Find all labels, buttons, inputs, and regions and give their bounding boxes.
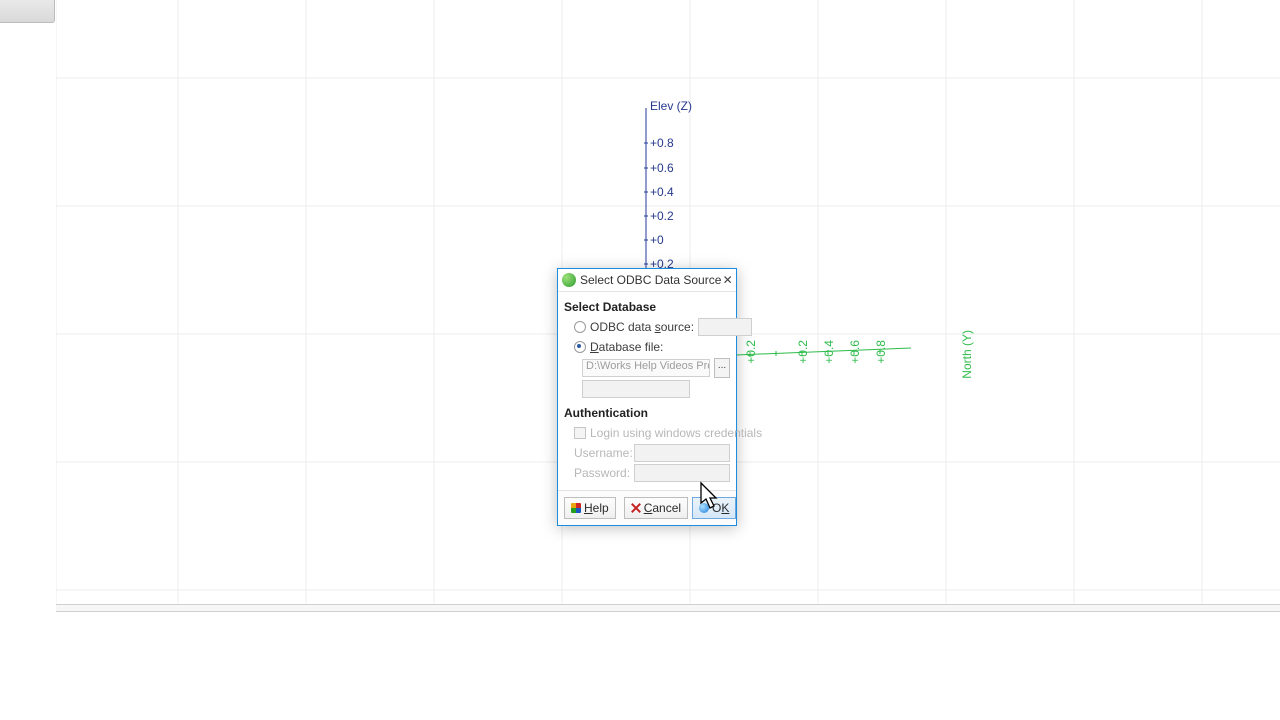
section-select-database: Select Database <box>564 300 730 314</box>
axis-z-label: Elev (Z) <box>650 99 692 113</box>
login-windows-checkbox <box>574 427 586 439</box>
radio-odbc-source-label: ODBC data source: <box>590 320 694 334</box>
axis-z-tick: +0.4 <box>650 185 674 199</box>
axis-z-tick: +0.8 <box>650 136 674 150</box>
axis-z-tick: +0 <box>650 233 664 247</box>
radio-database-file[interactable] <box>574 341 586 353</box>
browse-button[interactable]: ... <box>714 358 730 378</box>
dialog-title: Select ODBC Data Source <box>580 273 721 287</box>
odbc-source-combo[interactable] <box>698 318 752 336</box>
axis-y-label: North (Y) <box>960 330 974 379</box>
radio-database-file-row[interactable]: Database file: <box>574 338 730 356</box>
login-windows-row: Login using windows credentials <box>574 424 730 442</box>
password-input <box>634 464 730 482</box>
help-button[interactable]: Help <box>564 497 616 519</box>
password-row: Password: <box>574 464 730 482</box>
axis-z-tick: +0.6 <box>650 161 674 175</box>
radio-odbc-source-row[interactable]: ODBC data source: <box>574 318 730 336</box>
app-icon <box>562 273 576 287</box>
radio-database-file-label: Database file: <box>590 340 663 354</box>
section-authentication: Authentication <box>564 406 730 420</box>
radio-odbc-source[interactable] <box>574 321 586 333</box>
password-label: Password: <box>574 466 630 480</box>
username-input <box>634 444 730 462</box>
username-row: Username: <box>574 444 730 462</box>
odbc-dialog: Select ODBC Data Source ✕ Select Databas… <box>557 268 737 526</box>
login-windows-label: Login using windows credentials <box>590 426 762 440</box>
axis-y-tick: +0.4 <box>822 340 836 364</box>
ok-icon <box>699 503 709 513</box>
dialog-titlebar[interactable]: Select ODBC Data Source ✕ <box>558 269 736 292</box>
cancel-button-label: Cancel <box>644 501 681 515</box>
toolbar-stub[interactable] <box>0 0 55 23</box>
ok-button[interactable]: OK <box>692 497 736 519</box>
database-file-input[interactable]: D:\Works Help Videos Project <box>582 359 710 377</box>
username-label: Username: <box>574 446 630 460</box>
axis-y-tick: +0.8 <box>874 340 888 364</box>
axis-y-tick: +0.2 <box>796 340 810 364</box>
help-button-label: Help <box>584 501 609 515</box>
cancel-button[interactable]: Cancel <box>624 497 688 519</box>
cancel-icon <box>631 503 641 513</box>
close-icon[interactable]: ✕ <box>721 271 734 289</box>
help-icon <box>571 503 581 513</box>
axis-y-tick: +0.6 <box>848 340 862 364</box>
ok-button-label: OK <box>712 501 729 515</box>
database-driver-combo[interactable] <box>582 380 690 398</box>
viewport-divider <box>56 604 1280 612</box>
axis-z-tick: +0.2 <box>650 209 674 223</box>
axis-y-tick: +0.2 <box>744 340 758 364</box>
